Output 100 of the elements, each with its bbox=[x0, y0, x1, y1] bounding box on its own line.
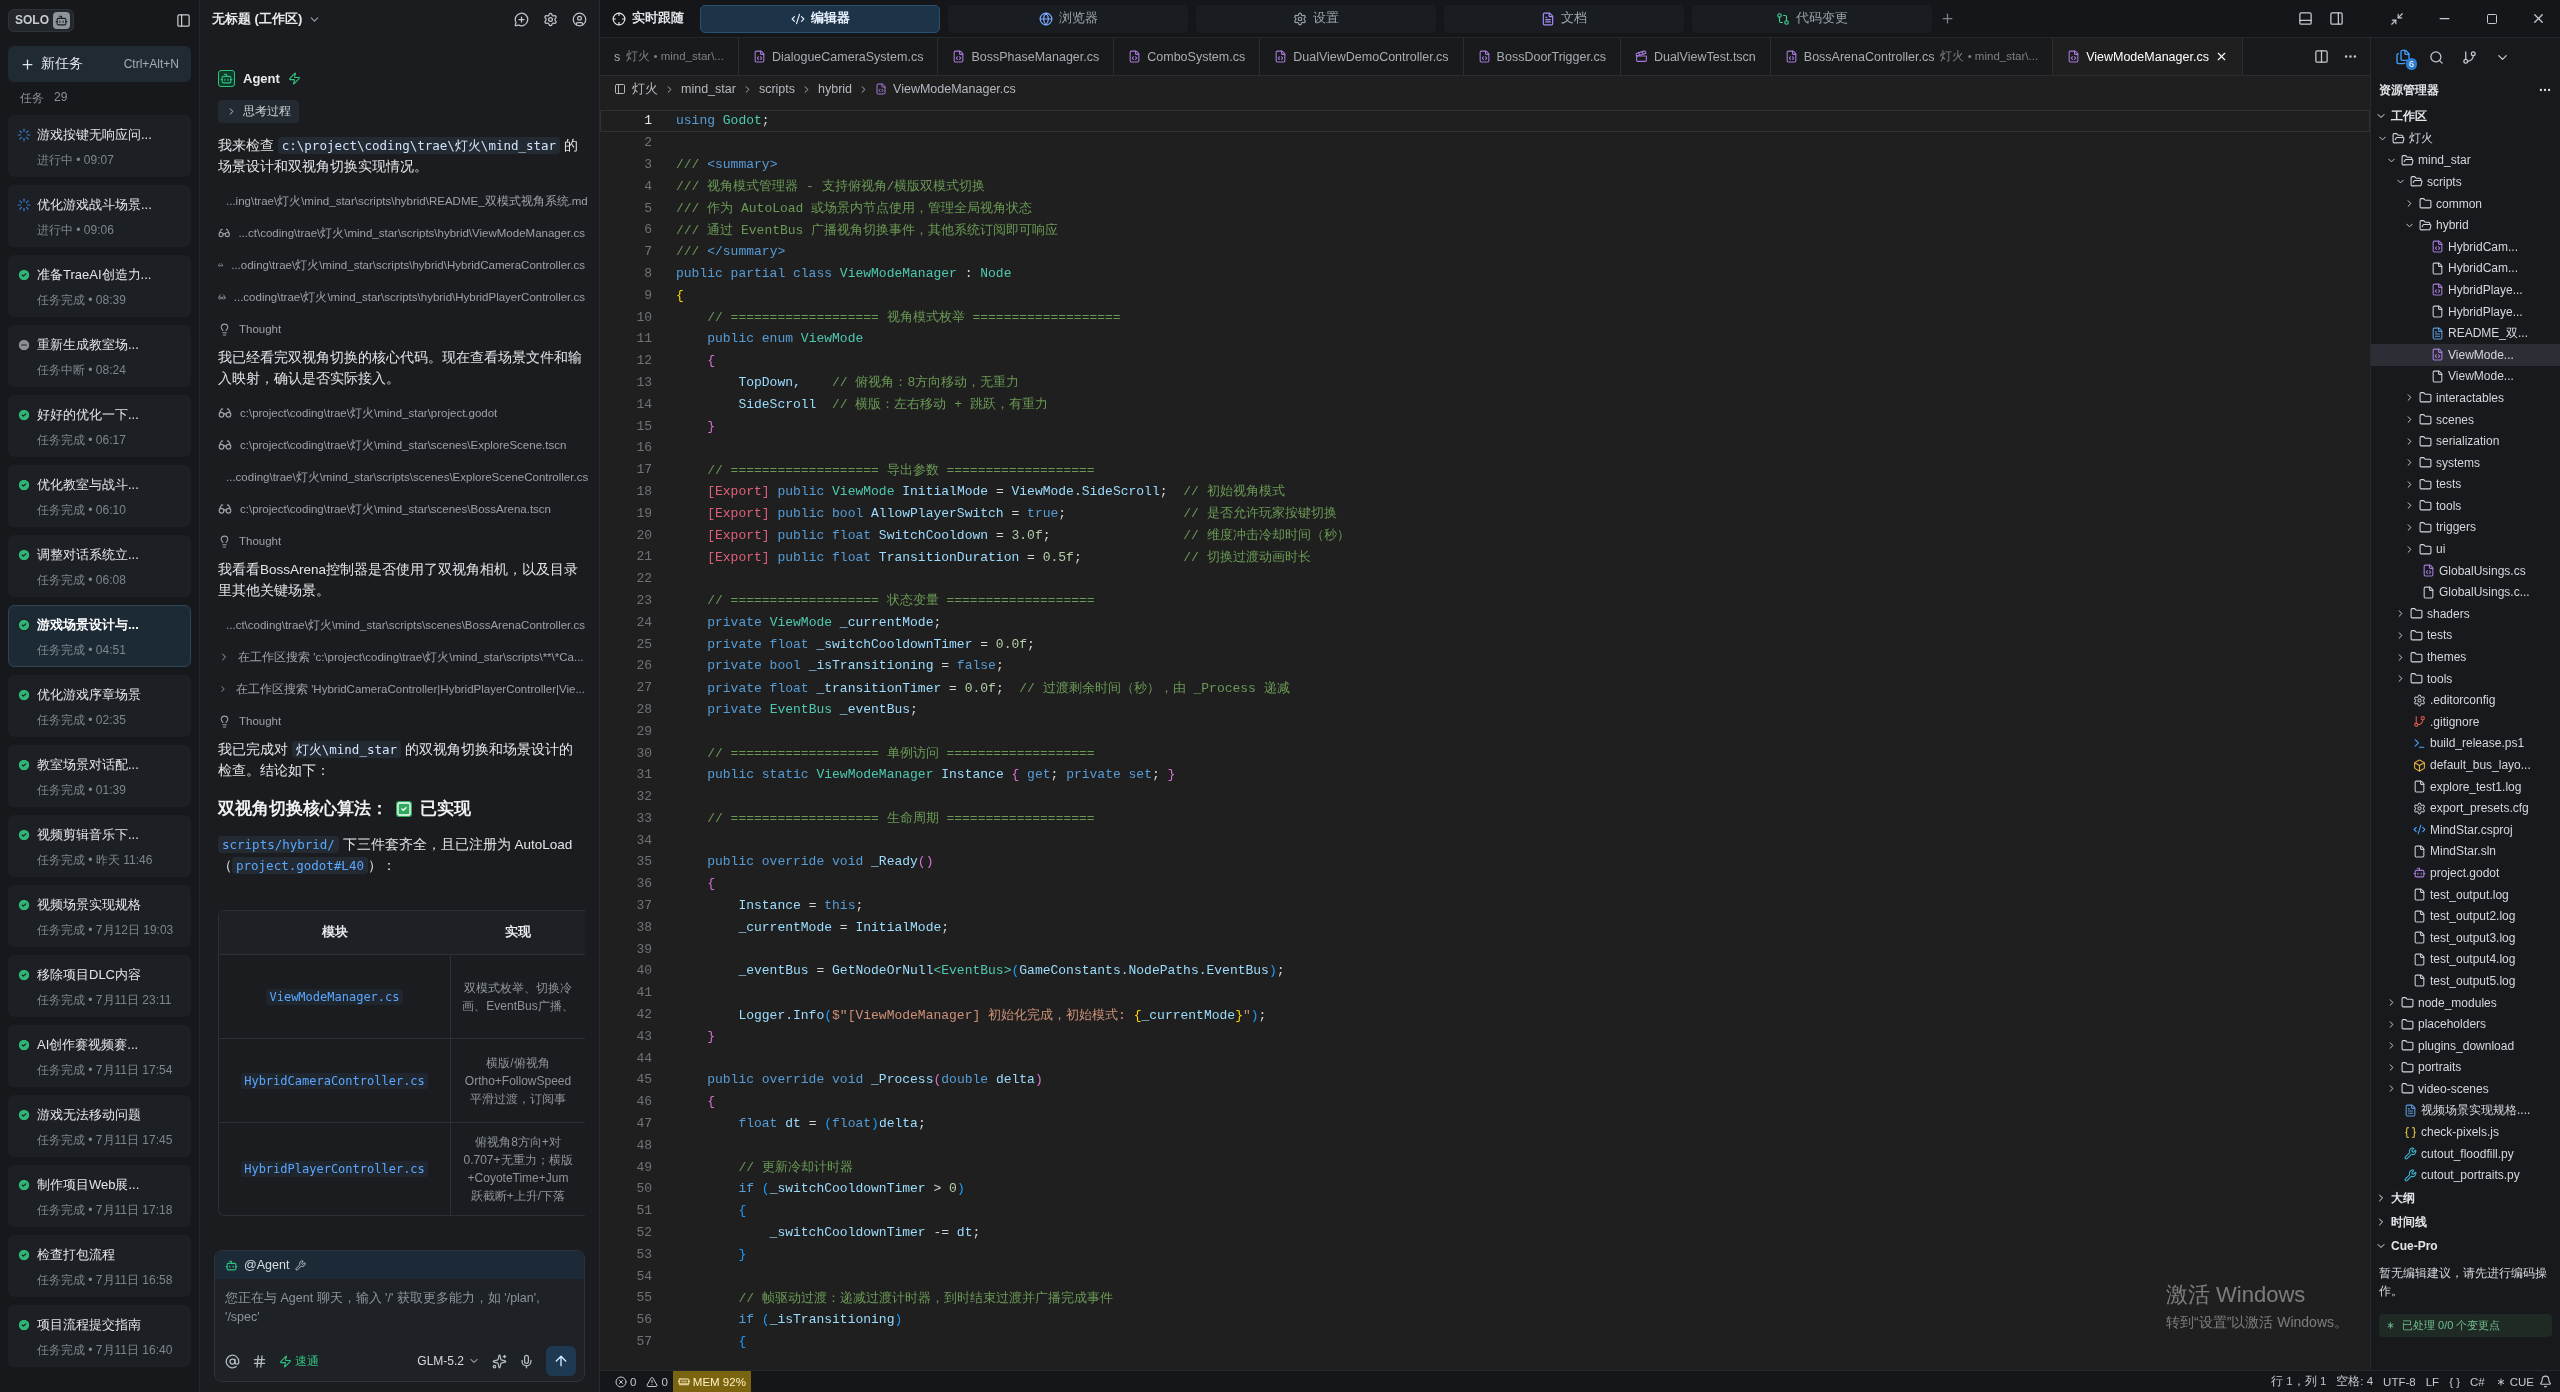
settings-icon[interactable] bbox=[543, 11, 558, 27]
folder-item[interactable]: systems bbox=[2371, 451, 2560, 474]
view-tab[interactable]: 浏览器 bbox=[948, 4, 1188, 33]
file-item[interactable]: .gitignore bbox=[2371, 711, 2560, 733]
section-title[interactable]: 工作区 bbox=[2391, 107, 2427, 125]
view-tab[interactable]: 编辑器 bbox=[700, 4, 940, 33]
view-tab[interactable]: 文档 bbox=[1444, 4, 1684, 33]
folder-item[interactable]: portraits bbox=[2371, 1056, 2560, 1079]
task-card[interactable]: AI创作赛视频赛... 任务完成 • 7月11日 17:54 bbox=[8, 1025, 191, 1087]
mention-icon[interactable] bbox=[225, 1353, 240, 1369]
task-card[interactable]: 制作项目Web展... 任务完成 • 7月11日 17:18 bbox=[8, 1165, 191, 1227]
file-path[interactable]: ...ct\coding\trae\灯火\mind_star\scripts\scenes\BossArenaController.cs bbox=[226, 617, 585, 633]
file-item[interactable]: HybridCam... bbox=[2371, 235, 2560, 258]
new-chat-icon[interactable] bbox=[514, 11, 529, 27]
file-item[interactable]: test_output3.log bbox=[2371, 926, 2560, 949]
breadcrumb-item[interactable]: hybrid bbox=[818, 82, 853, 96]
hash-icon[interactable] bbox=[252, 1353, 267, 1369]
cue-status[interactable]: CUE bbox=[2489, 1375, 2539, 1388]
task-card[interactable]: 优化游戏序章场景 任务完成 • 02:35 bbox=[8, 675, 191, 737]
line-ending[interactable]: LF bbox=[2420, 1375, 2445, 1388]
chat-composer[interactable]: @Agent 您正在与 Agent 聊天，输入 '/' 获取更多能力，如 '/plan', '/spec' 速通 GLM-5.2 bbox=[214, 1250, 585, 1382]
task-card[interactable]: 准备TraeAI创造力... 任务完成 • 08:39 bbox=[8, 255, 191, 317]
add-tab-icon[interactable] bbox=[1940, 11, 1955, 26]
task-card[interactable]: 优化游戏战斗场景... 进行中 • 09:06 bbox=[8, 185, 191, 247]
folder-item[interactable]: interactables bbox=[2371, 387, 2560, 409]
thought-label[interactable]: Thought bbox=[239, 535, 282, 547]
thought-label[interactable]: Thought bbox=[239, 323, 282, 335]
thought-label[interactable]: Thought bbox=[239, 715, 282, 727]
folder-item[interactable]: shaders bbox=[2371, 603, 2560, 625]
file-item[interactable]: .editorconfig bbox=[2371, 689, 2560, 712]
workspace-title[interactable]: 无标题 (工作区) bbox=[212, 10, 303, 28]
folder-item[interactable]: hybrid bbox=[2371, 214, 2560, 236]
file-item[interactable]: build_release.ps1 bbox=[2371, 732, 2560, 755]
file-item[interactable]: ViewMode... bbox=[2371, 365, 2560, 388]
warning-count[interactable]: 0 bbox=[641, 1375, 673, 1388]
view-tab[interactable]: 设置 bbox=[1196, 4, 1436, 33]
task-card[interactable]: 优化教室与战斗... 任务完成 • 06:10 bbox=[8, 465, 191, 527]
microphone-icon[interactable] bbox=[519, 1353, 534, 1369]
section-title[interactable]: 大纲 bbox=[2391, 1189, 2415, 1207]
task-card[interactable]: 视频场景实现规格 任务完成 • 7月12日 19:03 bbox=[8, 885, 191, 947]
send-button[interactable] bbox=[546, 1346, 576, 1376]
mode-button[interactable]: 速通 bbox=[279, 1352, 319, 1370]
file-path[interactable]: ...coding\trae\灯火\mind_star\scripts\hybrid\HybridPlayerController.cs bbox=[233, 289, 585, 305]
tools-icon[interactable] bbox=[295, 1259, 307, 1271]
task-card[interactable]: 好好的优化一下... 任务完成 • 06:17 bbox=[8, 395, 191, 457]
split-editor-icon[interactable] bbox=[2314, 49, 2329, 64]
model-selector[interactable]: GLM-5.2 bbox=[417, 1354, 480, 1368]
folder-item[interactable]: tools bbox=[2371, 667, 2560, 690]
breadcrumb-item[interactable]: 灯火 bbox=[632, 80, 658, 98]
file-path[interactable]: c:\project\coding\trae\灯火\mind_star\project.godot bbox=[240, 405, 498, 421]
task-card[interactable]: 视频剪辑音乐下... 任务完成 • 昨天 11:46 bbox=[8, 815, 191, 877]
file-item[interactable]: check-pixels.js bbox=[2371, 1121, 2560, 1143]
file-item[interactable]: export_presets.cfg bbox=[2371, 797, 2560, 819]
file-item[interactable]: test_output4.log bbox=[2371, 948, 2560, 971]
indent-setting[interactable]: 空格: 4 bbox=[2331, 1374, 2379, 1389]
language-mode[interactable]: C# bbox=[2465, 1375, 2490, 1388]
task-card[interactable]: 游戏无法移动问题 任务完成 • 7月11日 17:45 bbox=[8, 1095, 191, 1157]
folder-item[interactable]: triggers bbox=[2371, 516, 2560, 539]
task-card[interactable]: 游戏按键无响应问... 进行中 • 09:07 bbox=[8, 115, 191, 177]
file-item[interactable]: HybridPlaye... bbox=[2371, 279, 2560, 301]
memory-indicator[interactable]: MEM 92% bbox=[672, 1371, 751, 1392]
encoding[interactable]: UTF-8 bbox=[2378, 1375, 2421, 1388]
files-icon[interactable] bbox=[2395, 49, 2411, 65]
collapse-icon[interactable] bbox=[2390, 11, 2404, 26]
braces-indicator[interactable]: { } bbox=[2444, 1375, 2465, 1388]
task-card[interactable]: 游戏场景设计与... 任务完成 • 04:51 bbox=[8, 605, 191, 667]
file-item[interactable]: test_output.log bbox=[2371, 883, 2560, 906]
file-item[interactable]: explore_test1.log bbox=[2371, 775, 2560, 798]
cursor-position[interactable]: 行 1，列 1 bbox=[2266, 1374, 2332, 1389]
maximize-icon[interactable] bbox=[2485, 12, 2498, 25]
file-item[interactable]: cutout_portraits.py bbox=[2371, 1164, 2560, 1187]
task-card[interactable]: 教室场景对话配... 任务完成 • 01:39 bbox=[8, 745, 191, 807]
file-path[interactable]: c:\project\coding\trae\灯火\mind_star\scenes\BossArena.tscn bbox=[240, 501, 551, 517]
breadcrumb-item[interactable]: scripts bbox=[758, 82, 795, 96]
file-item[interactable]: MindStar.sln bbox=[2371, 840, 2560, 863]
file-item[interactable]: ViewMode... bbox=[2371, 343, 2560, 366]
sidebar-toggle-icon[interactable] bbox=[176, 12, 191, 28]
close-icon[interactable] bbox=[2531, 11, 2546, 26]
thinking-toggle[interactable]: 思考过程 bbox=[218, 100, 299, 123]
file-path[interactable]: ...ing\trae\灯火\mind_star\scripts\hybrid\README_双模式视角系统.md bbox=[226, 193, 588, 209]
breadcrumb-item[interactable]: ViewModeManager.cs bbox=[893, 82, 1016, 96]
panel-right-icon[interactable] bbox=[2329, 11, 2344, 26]
folder-item[interactable]: scenes bbox=[2371, 408, 2560, 431]
folder-item[interactable]: common bbox=[2371, 192, 2560, 215]
file-item[interactable]: test_output5.log bbox=[2371, 970, 2560, 992]
section-title[interactable]: 时间线 bbox=[2391, 1213, 2427, 1231]
folder-item[interactable]: mind_star bbox=[2371, 149, 2560, 172]
folder-item[interactable]: 灯火 bbox=[2371, 128, 2560, 150]
task-card[interactable]: 检查打包流程 任务完成 • 7月11日 16:58 bbox=[8, 1235, 191, 1297]
file-item[interactable]: GlobalUsings.cs bbox=[2371, 559, 2560, 582]
search-step[interactable]: 在工作区搜索 'HybridCameraController|HybridPlayerController|Vie... bbox=[235, 681, 585, 697]
folder-item[interactable]: tests bbox=[2371, 473, 2560, 496]
file-path[interactable]: ...coding\trae\灯火\mind_star\scripts\scenes\ExploreSceneController.cs bbox=[226, 469, 589, 485]
folder-item[interactable]: node_modules bbox=[2371, 991, 2560, 1014]
file-item[interactable]: 视频场景实现规格.... bbox=[2371, 1099, 2560, 1122]
file-tab[interactable]: ViewModeManager.cs bbox=[2053, 38, 2243, 75]
error-count[interactable]: 0 bbox=[610, 1375, 642, 1388]
search-icon[interactable] bbox=[2429, 49, 2444, 65]
task-card[interactable]: 移除项目DLC内容 任务完成 • 7月11日 23:11 bbox=[8, 955, 191, 1017]
folder-item[interactable]: tests bbox=[2371, 624, 2560, 647]
